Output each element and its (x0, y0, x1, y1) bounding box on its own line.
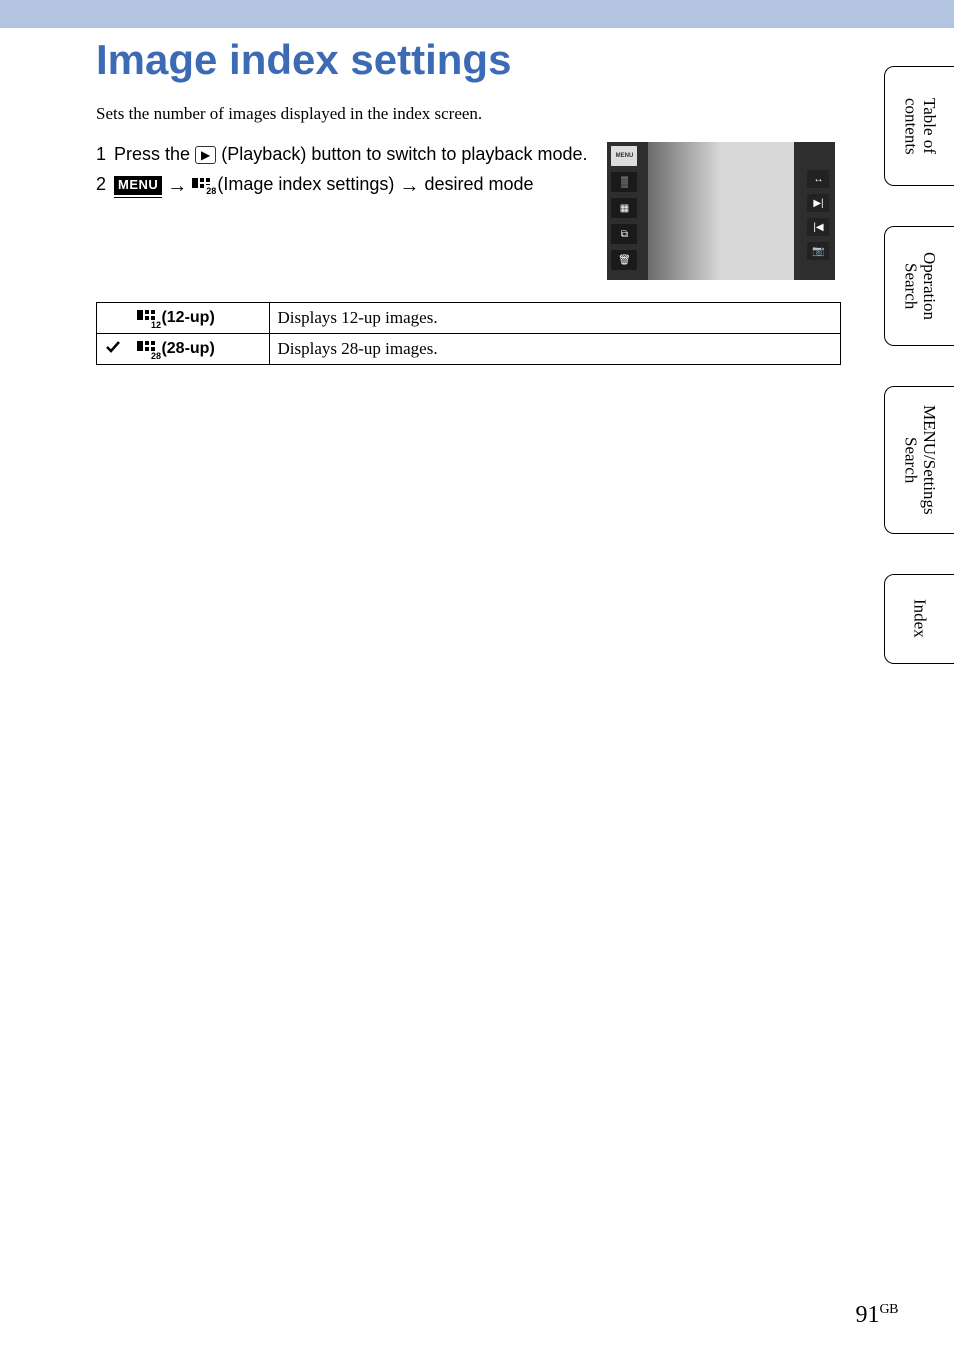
image-index-icon: 28 (192, 178, 212, 194)
steps-wrapper: 1 Press the ▶ (Playback) button to switc… (96, 142, 914, 280)
tab-index[interactable]: Index (884, 574, 954, 664)
ss-next-icon: ▶| (807, 194, 829, 212)
table-row: 12 (12-up) Displays 12-up images. (97, 303, 841, 334)
header-bar (0, 0, 954, 28)
desc-cell: Displays 12-up images. (269, 303, 841, 334)
step-number: 1 (96, 142, 114, 166)
table-row: 28 (28-up) Displays 28-up images. (97, 334, 841, 365)
page-number: 91GB (856, 1302, 898, 1329)
screenshot-left-icons: MENU ▒ ▦ ⧉ 🗑 (611, 146, 643, 270)
option-label: (28-up) (161, 340, 214, 357)
step-text-end: desired mode (424, 174, 533, 194)
step-text-before: Press the (114, 144, 195, 164)
icon-subscript: 28 (150, 351, 162, 361)
option-cell: 28 (28-up) (129, 334, 269, 365)
tab-menu-settings-search[interactable]: MENU/Settings Search (884, 386, 954, 534)
ss-index-icon: ▦ (611, 198, 637, 218)
desc-cell: Displays 28-up images. (269, 334, 841, 365)
settings-table: 12 (12-up) Displays 12-up images. (96, 302, 841, 365)
tab-table-of-contents[interactable]: Table of contents (884, 66, 954, 186)
grid-28-icon: 28 (137, 341, 157, 357)
screenshot-right-icons: ↔ ▶| |◀ 📷 (807, 170, 831, 260)
ss-menu-icon: MENU (611, 146, 637, 166)
step-text-after: (Playback) button to switch to playback … (221, 144, 587, 164)
ss-pan-icon: ↔ (807, 170, 829, 188)
step-number: 2 (96, 172, 114, 200)
step-1: 1 Press the ▶ (Playback) button to switc… (96, 142, 587, 166)
icon-subscript: 12 (150, 320, 162, 330)
playback-icon: ▶ (195, 146, 216, 164)
intro-text: Sets the number of images displayed in t… (96, 104, 914, 124)
icon-subscript: 28 (205, 185, 217, 197)
page-title: Image index settings (96, 36, 914, 84)
check-icon (105, 340, 121, 354)
option-cell: 12 (12-up) (129, 303, 269, 334)
side-tabs: Table of contents Operation Search MENU/… (884, 66, 954, 664)
grid-12-icon: 12 (137, 310, 157, 326)
check-cell (97, 303, 130, 334)
option-label: (12-up) (161, 309, 214, 326)
ss-prev-icon: |◀ (807, 218, 829, 236)
menu-icon: MENU (114, 176, 162, 196)
ss-camera-icon: 📷 (807, 242, 829, 260)
step-text-middle: (Image index settings) (217, 174, 399, 194)
step-body: MENU → 28 (Image index settings) (114, 172, 587, 200)
arrow-right-icon: → (167, 175, 187, 197)
steps-list: 1 Press the ▶ (Playback) button to switc… (96, 142, 587, 206)
arrow-right-icon: → (399, 175, 419, 197)
ss-slideshow-icon: ⧉ (611, 224, 637, 244)
check-cell (97, 334, 130, 365)
step-body: Press the ▶ (Playback) button to switch … (114, 142, 587, 166)
tab-operation-search[interactable]: Operation Search (884, 226, 954, 346)
step-2: 2 MENU → 28 (Image index (96, 172, 587, 200)
ss-trash-icon: 🗑 (611, 250, 637, 270)
menu-screenshot: MENU ▒ ▦ ⧉ 🗑 ↔ ▶| |◀ 📷 (607, 142, 835, 280)
main-content: Image index settings Sets the number of … (0, 28, 954, 365)
ss-grid-icon: ▒ (611, 172, 637, 192)
